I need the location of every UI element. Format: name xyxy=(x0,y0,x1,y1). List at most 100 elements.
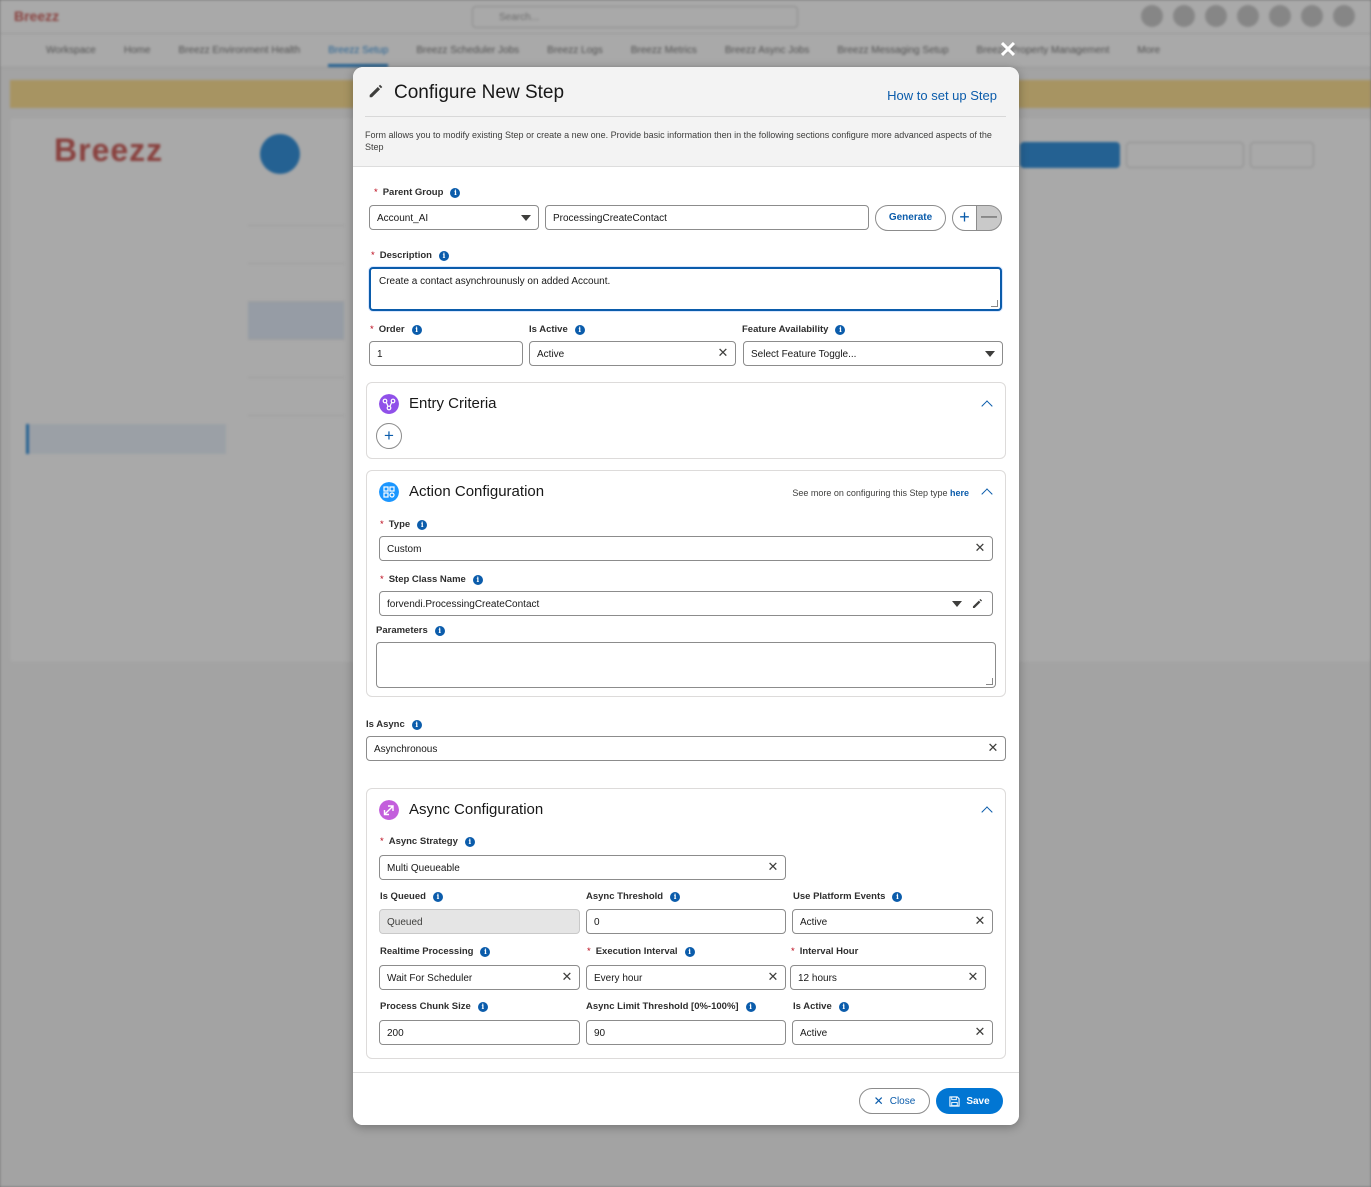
async-threshold-input[interactable]: 0 xyxy=(586,909,786,934)
execution-interval-select[interactable]: Every hour ✕ xyxy=(586,965,786,990)
clear-icon: ✕ xyxy=(974,913,986,928)
add-criteria-button[interactable]: + xyxy=(376,423,402,449)
collapse-chevron-icon[interactable] xyxy=(981,400,993,412)
chevron-down-icon xyxy=(521,215,531,221)
info-icon: i xyxy=(892,891,903,902)
info-icon: i xyxy=(411,719,422,730)
parameters-textarea[interactable] xyxy=(376,642,996,688)
is-queued-field: Queued xyxy=(379,909,580,934)
info-icon: i xyxy=(838,1001,849,1012)
edit-icon[interactable] xyxy=(971,597,984,610)
type-select[interactable]: Custom ✕ xyxy=(379,536,993,561)
info-icon: i xyxy=(450,187,461,198)
modal-description: Form allows you to modify existing Step … xyxy=(365,130,992,152)
add-group-button[interactable]: + xyxy=(952,205,977,231)
is-active-select[interactable]: Active ✕ xyxy=(529,341,736,366)
parent-group-label: * Parent Group i xyxy=(374,187,461,198)
header-divider xyxy=(365,116,1006,117)
clear-icon: ✕ xyxy=(767,859,779,874)
is-active-label: Is Active i xyxy=(529,324,585,335)
step-name-input[interactable]: ProcessingCreateContact xyxy=(545,205,869,230)
modal-header: Configure New Step How to set up Step Fo… xyxy=(353,67,1019,167)
configure-step-modal: Configure New Step How to set up Step Fo… xyxy=(353,67,1019,1125)
step-class-name-label: * Step Class Name i xyxy=(380,574,483,585)
save-icon xyxy=(949,1095,960,1107)
entry-criteria-icon xyxy=(379,394,399,414)
modal-title: Configure New Step xyxy=(394,82,565,103)
order-input[interactable]: 1 xyxy=(369,341,523,366)
info-icon: i xyxy=(434,625,445,636)
step-class-name-select[interactable]: forvendi.ProcessingCreateContact xyxy=(379,591,993,616)
async-limit-threshold-label: Async Limit Threshold [0%-100%] i xyxy=(586,1001,756,1012)
see-more-here-link[interactable]: here xyxy=(950,488,969,498)
info-icon: i xyxy=(670,891,681,902)
clear-icon: ✕ xyxy=(967,969,979,984)
info-icon: i xyxy=(684,946,695,957)
clear-icon: ✕ xyxy=(987,740,999,755)
info-icon: i xyxy=(411,324,422,335)
remove-group-button[interactable]: — xyxy=(976,205,1002,231)
use-platform-events-label: Use Platform Events i xyxy=(793,891,903,902)
clear-icon: ✕ xyxy=(974,1024,986,1039)
info-icon: i xyxy=(417,519,428,530)
realtime-processing-label: Realtime Processing i xyxy=(380,946,491,957)
order-label: * Order i xyxy=(370,324,422,335)
pencil-icon xyxy=(369,84,383,98)
clear-icon: ✕ xyxy=(974,540,986,555)
description-label: * Description i xyxy=(371,250,449,261)
chevron-down-icon xyxy=(985,351,995,357)
interval-hour-select[interactable]: 12 hours ✕ xyxy=(790,965,986,990)
close-button[interactable]: ✕ Close xyxy=(859,1088,930,1114)
info-icon: i xyxy=(480,946,491,957)
info-icon: i xyxy=(574,324,585,335)
entry-criteria-section: Entry Criteria + xyxy=(366,382,1006,459)
interval-hour-label: * Interval Hour xyxy=(791,946,859,957)
async-strategy-label: * Async Strategy i xyxy=(380,836,475,847)
collapse-chevron-icon[interactable] xyxy=(981,488,993,500)
collapse-chevron-icon[interactable] xyxy=(981,806,993,818)
async-threshold-label: Async Threshold i xyxy=(586,891,681,902)
info-icon: i xyxy=(477,1001,488,1012)
async-configuration-title: Async Configuration xyxy=(409,801,544,818)
feature-availability-select[interactable]: Select Feature Toggle... xyxy=(743,341,1003,366)
async-configuration-icon xyxy=(379,800,399,820)
entry-criteria-title: Entry Criteria xyxy=(409,395,497,412)
use-platform-events-select[interactable]: Active ✕ xyxy=(792,909,993,934)
generate-button[interactable]: Generate xyxy=(875,205,946,231)
parent-group-select[interactable]: Account_AI xyxy=(369,205,539,230)
close-icon[interactable]: ✕ xyxy=(997,39,1019,61)
parameters-label: Parameters i xyxy=(376,625,445,636)
info-icon: i xyxy=(745,1001,756,1012)
process-chunk-size-label: Process Chunk Size i xyxy=(380,1001,488,1012)
how-to-link[interactable]: How to set up Step xyxy=(887,88,997,103)
clear-icon: ✕ xyxy=(561,969,573,984)
async-is-active-select[interactable]: Active ✕ xyxy=(792,1020,993,1045)
realtime-processing-select[interactable]: Wait For Scheduler ✕ xyxy=(379,965,580,990)
process-chunk-size-input[interactable]: 200 xyxy=(379,1020,580,1045)
info-icon: i xyxy=(835,324,846,335)
info-icon: i xyxy=(472,574,483,585)
is-queued-label: Is Queued i xyxy=(380,891,443,902)
close-icon: ✕ xyxy=(873,1094,884,1108)
is-async-label: Is Async i xyxy=(366,719,422,730)
action-configuration-icon xyxy=(379,482,399,502)
action-configuration-title: Action Configuration xyxy=(409,483,545,500)
chevron-down-icon xyxy=(952,601,962,607)
type-label: * Type i xyxy=(380,519,428,530)
info-icon: i xyxy=(438,250,449,261)
async-configuration-section: Async Configuration * Async Strategy i Mul… xyxy=(366,788,1006,1059)
clear-icon: ✕ xyxy=(717,345,729,360)
is-async-select[interactable]: Asynchronous ✕ xyxy=(366,736,1006,761)
action-configuration-section: Action Configuration See more on configu… xyxy=(366,470,1006,697)
async-limit-threshold-input[interactable]: 90 xyxy=(586,1020,786,1045)
execution-interval-label: * Execution Interval i xyxy=(587,946,695,957)
info-icon: i xyxy=(464,836,475,847)
clear-icon: ✕ xyxy=(767,969,779,984)
async-is-active-label: Is Active i xyxy=(793,1001,849,1012)
async-strategy-select[interactable]: Multi Queueable ✕ xyxy=(379,855,786,880)
description-textarea[interactable]: Create a contact asynchrounusly on added… xyxy=(369,267,1002,311)
save-button[interactable]: Save xyxy=(936,1088,1003,1114)
see-more-text: See more on configuring this Step type h… xyxy=(792,488,969,498)
modal-footer: ✕ Close Save xyxy=(353,1072,1019,1125)
info-icon: i xyxy=(432,891,443,902)
